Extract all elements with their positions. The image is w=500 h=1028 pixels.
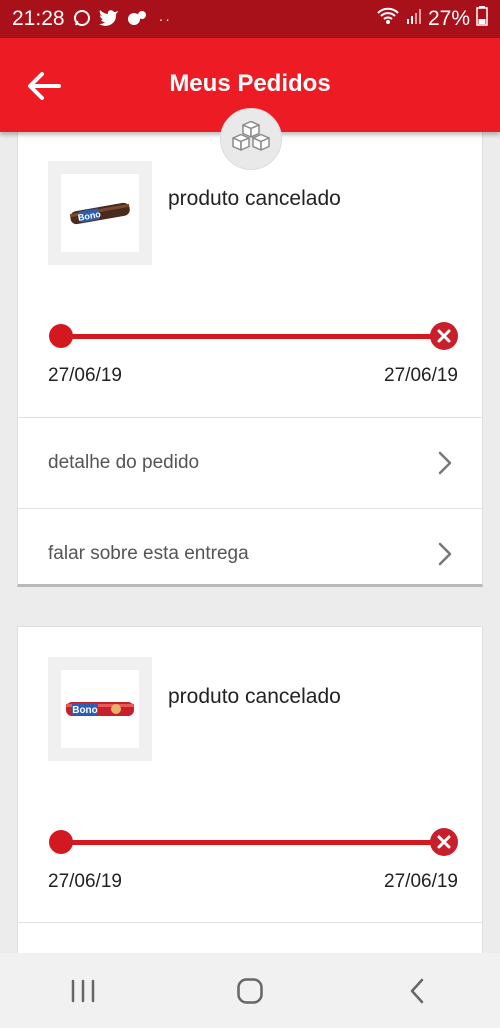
chevron-right-icon <box>438 542 452 566</box>
recent-apps-button[interactable] <box>53 966 113 1016</box>
system-nav-bar <box>0 953 500 1028</box>
product-status: produto cancelado <box>168 685 341 708</box>
product-image: Bono <box>66 702 134 716</box>
app-icon <box>127 9 147 30</box>
progress-line <box>68 334 436 339</box>
signal-icon <box>406 7 422 31</box>
home-icon <box>237 977 263 1004</box>
product-thumbnail: Bono <box>48 657 152 761</box>
home-button[interactable] <box>220 966 280 1016</box>
battery-icon <box>476 6 488 32</box>
recent-apps-icon <box>72 979 95 1002</box>
back-icon <box>410 978 423 1003</box>
battery-percent: 27% <box>427 7 470 30</box>
wifi-icon <box>376 7 400 31</box>
start-date: 27/06/19 <box>48 365 122 386</box>
system-back-button[interactable] <box>387 966 447 1016</box>
order-card: Bono produto cancelado 27/06/19 27/06/19 <box>17 626 483 953</box>
back-button[interactable] <box>22 64 66 108</box>
status-time: 21:28 <box>12 7 65 30</box>
product-image: Bono <box>69 202 130 225</box>
boxes-icon <box>220 108 282 170</box>
arrow-left-icon <box>28 72 61 100</box>
product-status: produto cancelado <box>168 187 341 210</box>
order-detail-link[interactable]: detalhe do pedido <box>18 418 482 508</box>
end-date: 27/06/19 <box>384 871 458 892</box>
cancel-icon <box>430 828 458 856</box>
more-notifications: ·· <box>158 11 172 27</box>
progress-start-dot <box>49 324 73 348</box>
talk-about-delivery-label: falar sobre esta entrega <box>48 543 249 564</box>
chevron-right-icon <box>438 451 452 475</box>
order-detail-label: detalhe do pedido <box>48 452 200 473</box>
divider <box>18 922 482 923</box>
page-title: Meus Pedidos <box>169 70 331 97</box>
cancel-icon <box>430 322 458 350</box>
end-date: 27/06/19 <box>384 365 458 386</box>
order-card: Bono produto cancelado 27/06/19 27/06/19… <box>17 132 483 587</box>
twitter-icon <box>98 9 119 29</box>
start-date: 27/06/19 <box>48 871 122 892</box>
status-bar: 21:28 ·· 27% <box>0 0 500 38</box>
product-thumbnail: Bono <box>48 161 152 265</box>
orders-list[interactable]: Bono produto cancelado 27/06/19 27/06/19… <box>0 132 500 953</box>
progress-start-dot <box>49 830 73 854</box>
whatsapp-icon <box>73 9 91 30</box>
svg-text:Bono: Bono <box>72 705 98 716</box>
talk-about-delivery-link[interactable]: falar sobre esta entrega <box>18 509 482 599</box>
progress-line <box>68 840 436 845</box>
